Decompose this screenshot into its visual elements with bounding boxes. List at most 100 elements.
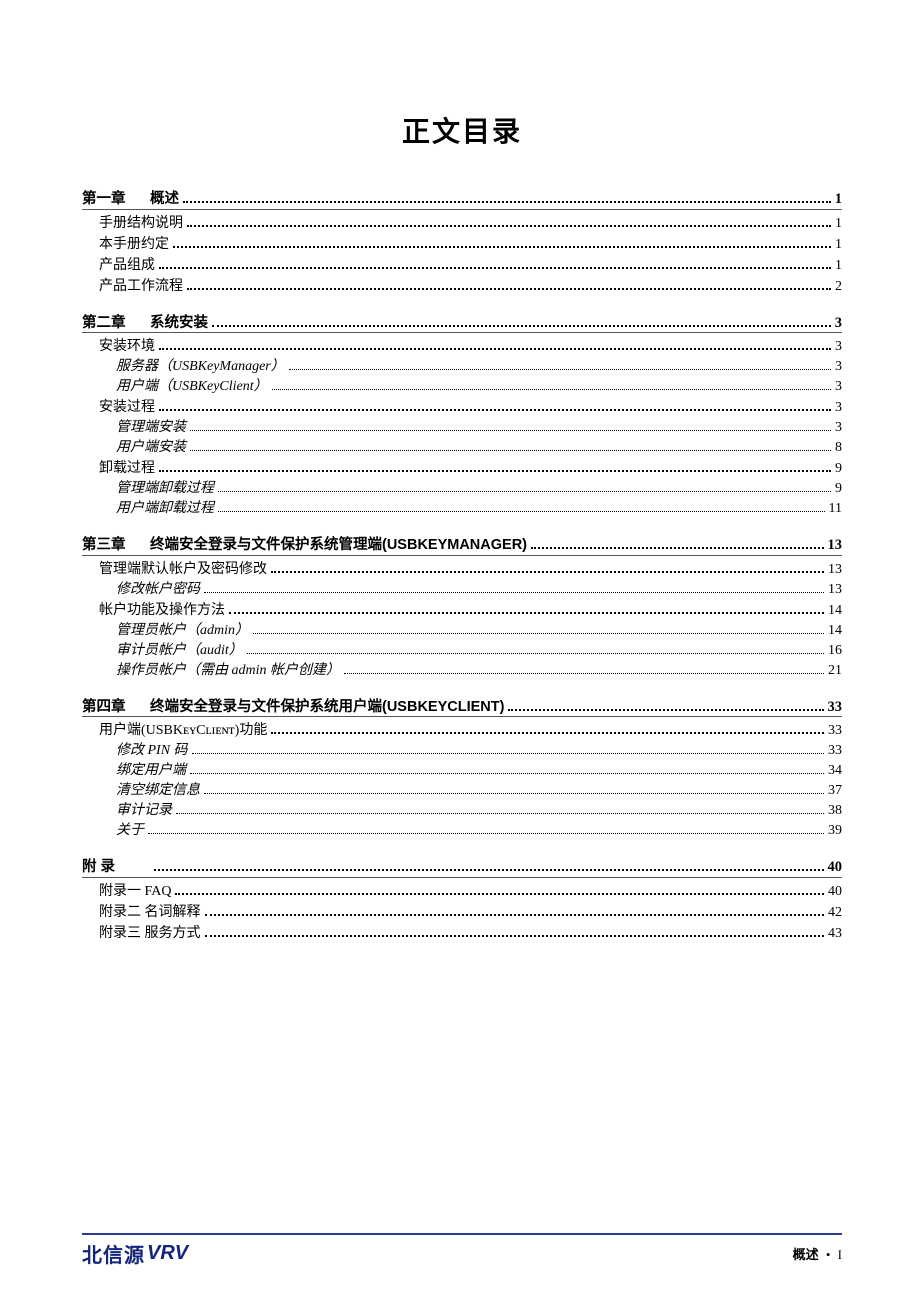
leader-dots xyxy=(190,773,824,774)
toc-row[interactable]: 产品组成1 xyxy=(99,259,842,273)
leader-dots xyxy=(183,201,831,203)
toc-page-number: 39 xyxy=(828,824,842,838)
toc-row[interactable]: 卸载过程 9 xyxy=(99,462,842,476)
toc-page-number: 13 xyxy=(828,538,843,553)
toc-row[interactable]: 安装过程 3 xyxy=(99,401,842,415)
leader-dots xyxy=(204,793,824,794)
footer-section: 概述 xyxy=(793,1247,819,1262)
toc-entry-label: 附录一 FAQ xyxy=(99,885,171,899)
toc-entry-label: 安装环境 xyxy=(99,340,155,354)
toc-chapter-label: 第三章 xyxy=(82,538,150,553)
leader-dots xyxy=(271,732,824,734)
leader-dots xyxy=(344,673,824,674)
toc-row[interactable]: 第三章终端安全登录与文件保护系统管理端(USBKEYMANAGER) 13 xyxy=(82,538,842,553)
toc-page-number: 9 xyxy=(835,482,842,496)
toc-row[interactable]: 管理端卸载过程 9 xyxy=(116,482,842,496)
toc-row[interactable]: 附录一 FAQ 40 xyxy=(99,885,842,899)
toc-row[interactable]: 修改帐户密码 13 xyxy=(116,583,842,597)
toc-row[interactable]: 清空绑定信息37 xyxy=(116,784,842,798)
toc-row[interactable]: 审计员帐户（audit）16 xyxy=(116,644,842,658)
toc-entry-label: 本手册约定 xyxy=(99,238,169,252)
toc-row[interactable]: 产品工作流程2 xyxy=(99,280,842,294)
toc-row[interactable]: 附录三 服务方式 43 xyxy=(99,927,842,941)
toc-row[interactable]: 附录二 名词解释 42 xyxy=(99,906,842,920)
leader-dots xyxy=(229,612,824,614)
brand-zh: 北信源 xyxy=(82,1239,145,1268)
toc-row[interactable]: 审计记录38 xyxy=(116,804,842,818)
leader-dots xyxy=(159,470,831,472)
toc-entry-label: 管理员帐户（admin） xyxy=(116,624,249,638)
toc-entry-label: 附录二 名词解释 xyxy=(99,906,201,920)
toc-page-number: 9 xyxy=(835,462,842,476)
toc-row[interactable]: 安装环境3 xyxy=(99,340,842,354)
toc-page-number: 43 xyxy=(828,927,842,941)
leader-dots xyxy=(190,430,831,431)
toc-row[interactable]: 附 录40 xyxy=(82,860,842,875)
toc-row[interactable]: 用户端(USBKᴇʏCʟɪᴇɴᴛ)功能33 xyxy=(99,724,842,738)
toc-entry-label: 卸载过程 xyxy=(99,462,155,476)
leader-dots xyxy=(205,914,825,916)
toc-entry-label: 附录三 服务方式 xyxy=(99,927,201,941)
toc-row[interactable]: 用户端卸载过程11 xyxy=(116,502,842,516)
toc-row[interactable]: 关于39 xyxy=(116,824,842,838)
leader-dots xyxy=(192,753,824,754)
toc-row[interactable]: 修改 PIN 码33 xyxy=(116,744,842,758)
toc-entry-label: 终端安全登录与文件保护系统管理端(USBKEYMANAGER) xyxy=(150,538,527,553)
leader-dots xyxy=(176,813,824,814)
toc-entry-label: 管理端安装 xyxy=(116,421,186,435)
toc-entry-label: 概述 xyxy=(150,192,179,207)
toc-row[interactable]: 服务器（USBKeyManager）3 xyxy=(116,360,842,374)
toc-page-number: 3 xyxy=(835,401,842,415)
brand-logo: 北信源 VRV xyxy=(82,1239,188,1268)
leader-dots xyxy=(212,325,831,327)
toc-entry-label: 绑定用户端 xyxy=(116,764,186,778)
toc-entry-label: 安装过程 xyxy=(99,401,155,415)
toc-entry-label: 帐户功能及操作方法 xyxy=(99,604,225,618)
toc-page-number: 37 xyxy=(828,784,842,798)
toc-page-number: 11 xyxy=(829,502,842,516)
toc-entry-label: 终端安全登录与文件保护系统用户端(USBKEYCLIENT) xyxy=(150,700,504,715)
toc-row[interactable]: 绑定用户端 34 xyxy=(116,764,842,778)
toc-page-number: 34 xyxy=(828,764,842,778)
toc-page-number: 3 xyxy=(835,316,842,331)
toc-chapter-label: 附 录 xyxy=(82,860,150,875)
toc-row[interactable]: 用户端（USBKeyClient）3 xyxy=(116,380,842,394)
toc-row[interactable]: 操作员帐户（需由 admin 帐户创建）21 xyxy=(116,664,842,678)
toc-entry-label: 审计记录 xyxy=(116,804,172,818)
toc-row[interactable]: 第二章系统安装3 xyxy=(82,316,842,331)
leader-dots xyxy=(247,653,824,654)
leader-dots xyxy=(253,633,824,634)
leader-dots xyxy=(204,592,824,593)
leader-dots xyxy=(218,491,831,492)
toc-row[interactable]: 帐户功能及操作方法14 xyxy=(99,604,842,618)
toc-entry-label: 审计员帐户（audit） xyxy=(116,644,243,658)
section-divider xyxy=(82,332,842,333)
toc-page-number: 40 xyxy=(828,885,842,899)
toc-row[interactable]: 本手册约定 1 xyxy=(99,238,842,252)
table-of-contents: 第一章概述1手册结构说明1本手册约定1产品组成1产品工作流程2第二章系统安装3安… xyxy=(82,192,842,941)
toc-page-number: 42 xyxy=(828,906,842,920)
toc-chapter-label: 第四章 xyxy=(82,700,150,715)
toc-entry-label: 产品工作流程 xyxy=(99,280,183,294)
leader-dots xyxy=(148,833,824,834)
toc-row[interactable]: 管理员帐户（admin）14 xyxy=(116,624,842,638)
toc-row[interactable]: 第四章终端安全登录与文件保护系统用户端(USBKEYCLIENT) 33 xyxy=(82,700,842,715)
toc-entry-label: 修改帐户密码 xyxy=(116,583,200,597)
page: 正文目录 第一章概述1手册结构说明1本手册约定1产品组成1产品工作流程2第二章系… xyxy=(0,0,920,1302)
toc-page-number: 13 xyxy=(828,583,842,597)
toc-page-number: 1 xyxy=(835,238,842,252)
toc-row[interactable]: 第一章概述1 xyxy=(82,192,842,207)
toc-row[interactable]: 用户端安装8 xyxy=(116,441,842,455)
footer-rule xyxy=(82,1233,842,1235)
toc-page-number: 33 xyxy=(828,700,843,715)
toc-page-number: 1 xyxy=(835,192,842,207)
toc-row[interactable]: 管理端默认帐户及密码修改13 xyxy=(99,563,842,577)
section-divider xyxy=(82,716,842,717)
leader-dots xyxy=(187,225,831,227)
toc-row[interactable]: 管理端安装3 xyxy=(116,421,842,435)
toc-entry-label: 服务器（USBKeyManager） xyxy=(116,360,285,374)
toc-row[interactable]: 手册结构说明1 xyxy=(99,217,842,231)
leader-dots xyxy=(159,409,831,411)
toc-entry-label: 管理端卸载过程 xyxy=(116,482,214,496)
toc-entry-label: 系统安装 xyxy=(150,316,208,331)
